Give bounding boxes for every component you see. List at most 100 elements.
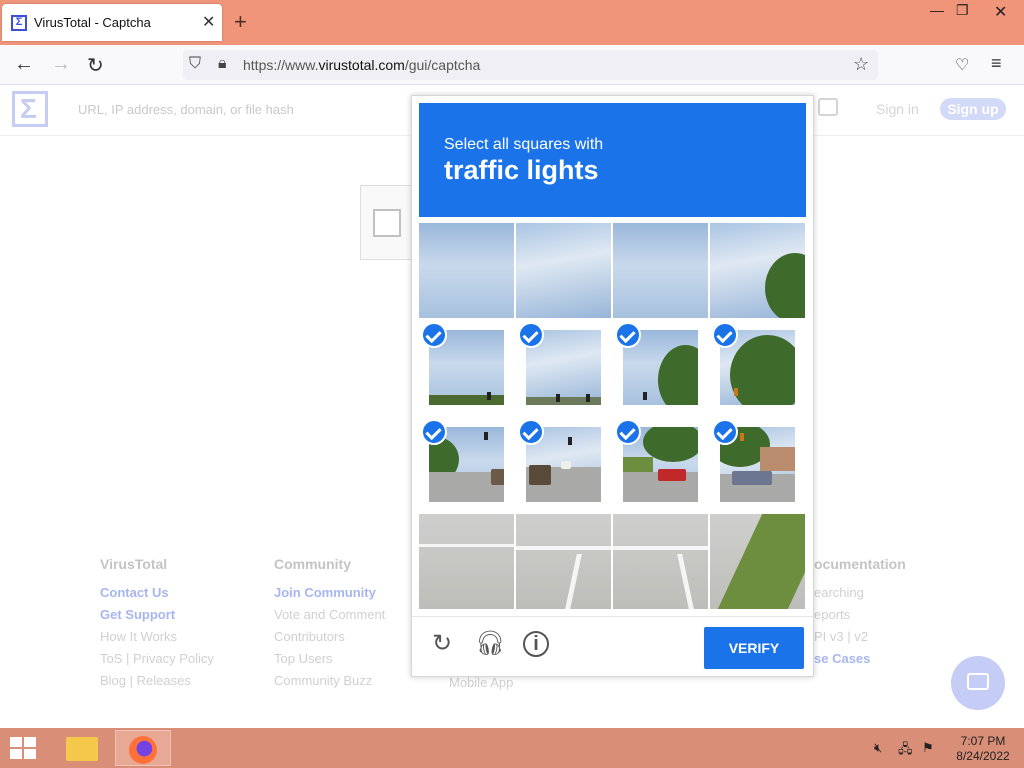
captcha-tile[interactable]: [516, 320, 611, 415]
folder-icon: [66, 737, 98, 761]
footer-link[interactable]: How It Works: [100, 629, 214, 651]
footer-link[interactable]: Community Buzz: [274, 673, 385, 695]
captcha-tile[interactable]: [419, 514, 514, 609]
shield-icon[interactable]: ⛉: [189, 55, 201, 73]
captcha-tile[interactable]: [516, 223, 611, 318]
footer-col-virustotal: VirusTotal Contact Us Get Support How It…: [100, 556, 214, 695]
clock-date: 8/24/2022: [956, 749, 1010, 763]
tab-close-icon[interactable]: ✕: [202, 12, 215, 32]
sign-in-link[interactable]: Sign in: [876, 101, 919, 117]
lock-icon[interactable]: 🔒︎: [218, 55, 227, 73]
footer-col-products: Mobile App: [449, 675, 513, 697]
minimize-icon[interactable]: —: [930, 2, 944, 18]
captcha-tile[interactable]: [516, 417, 611, 512]
restore-icon[interactable]: ❐: [956, 2, 969, 19]
firefox-icon: [129, 736, 157, 764]
captcha-tile[interactable]: [419, 417, 514, 512]
prompt-target: traffic lights: [444, 155, 599, 185]
captcha-tile[interactable]: [710, 223, 805, 318]
captcha-tile[interactable]: [710, 514, 805, 609]
selected-check-icon: [615, 419, 641, 445]
prompt-text: Select all squares with: [444, 136, 604, 153]
selected-check-icon: [712, 419, 738, 445]
file-explorer-taskbar-button[interactable]: [54, 730, 110, 766]
footer-link[interactable]: Top Users: [274, 651, 385, 673]
audio-headphones-icon[interactable]: 🎧︎: [475, 630, 505, 658]
footer-col-documentation: ocumentation earching eports PI v3 | v2 …: [814, 556, 906, 673]
captcha-tile[interactable]: [710, 417, 805, 512]
windows-start-icon[interactable]: [10, 737, 38, 759]
back-arrow-icon[interactable]: ←: [14, 53, 34, 76]
captcha-tile[interactable]: [710, 320, 805, 415]
network-icon[interactable]: 🖧︎: [898, 740, 913, 762]
footer-link[interactable]: ToS | Privacy Policy: [100, 651, 214, 673]
virustotal-logo-icon[interactable]: Σ: [12, 91, 48, 127]
clock-time: 7:07 PM: [960, 734, 1006, 748]
selected-check-icon: [712, 322, 738, 348]
reload-icon[interactable]: ↻: [87, 53, 104, 78]
refresh-icon[interactable]: ↻: [428, 630, 456, 658]
captcha-prompt: Select all squares with traffic lights: [419, 103, 806, 217]
selected-check-icon: [615, 322, 641, 348]
captcha-footer: ↻ 🎧︎ i VERIFY: [412, 616, 813, 676]
selected-check-icon: [421, 419, 447, 445]
footer-link[interactable]: Vote and Comment: [274, 607, 385, 629]
taskbar-clock[interactable]: 7:07 PM 8/24/2022: [948, 734, 1018, 764]
footer-link[interactable]: Mobile App: [449, 675, 513, 697]
menu-icon[interactable]: ≡: [991, 53, 1002, 74]
browser-tab[interactable]: Σ VirusTotal - Captcha ✕: [2, 4, 222, 41]
tile-image: [613, 514, 708, 609]
forward-arrow-icon[interactable]: →: [51, 53, 71, 76]
footer-heading: VirusTotal: [100, 556, 168, 572]
url-text[interactable]: https://www.virustotal.com/gui/captcha: [243, 57, 480, 73]
selected-check-icon: [421, 322, 447, 348]
footer-heading: Community: [274, 556, 351, 572]
captcha-tile[interactable]: [613, 320, 708, 415]
tile-image: [710, 223, 805, 318]
info-icon[interactable]: i: [523, 631, 549, 657]
captcha-challenge: Select all squares with traffic lights ↻…: [411, 95, 814, 677]
captcha-tile[interactable]: [613, 417, 708, 512]
footer-link[interactable]: se Cases: [814, 651, 906, 673]
url-bar[interactable]: ⛉ 🔒︎ https://www.virustotal.com/gui/capt…: [183, 50, 878, 80]
browser-titlebar: Σ VirusTotal - Captcha ✕ + — ❐ ✕: [0, 0, 1024, 45]
tab-title: VirusTotal - Captcha: [34, 15, 151, 30]
tile-image: [613, 223, 708, 318]
footer-link[interactable]: Blog | Releases: [100, 673, 214, 695]
footer-link[interactable]: Contact Us: [100, 585, 214, 607]
footer-link[interactable]: Join Community: [274, 585, 385, 607]
chat-icon[interactable]: [818, 98, 838, 116]
captcha-tile[interactable]: [419, 223, 514, 318]
tile-image: [419, 514, 514, 609]
taskbar: 🔇︎ 🖧︎ ⚑ 7:07 PM 8/24/2022: [0, 728, 1024, 768]
captcha-tile[interactable]: [613, 223, 708, 318]
sign-up-button[interactable]: Sign up: [940, 98, 1006, 120]
captcha-tile[interactable]: [516, 514, 611, 609]
new-tab-icon[interactable]: +: [234, 9, 247, 35]
window-close-icon[interactable]: ✕: [994, 2, 1007, 22]
volume-muted-icon[interactable]: 🔇︎: [874, 740, 882, 756]
footer-link[interactable]: earching: [814, 585, 906, 607]
footer-link[interactable]: Contributors: [274, 629, 385, 651]
verify-button[interactable]: VERIFY: [704, 627, 804, 669]
pocket-icon[interactable]: ♡: [955, 55, 969, 75]
search-input[interactable]: URL, IP address, domain, or file hash: [78, 102, 294, 117]
footer-link[interactable]: PI v3 | v2: [814, 629, 906, 651]
browser-navbar: ← → ↻ ⛉ 🔒︎ https://www.virustotal.com/gu…: [0, 45, 1024, 85]
captcha-checkbox[interactable]: [373, 209, 401, 237]
chat-icon: [967, 673, 989, 690]
firefox-taskbar-button[interactable]: [115, 730, 171, 766]
footer-link[interactable]: eports: [814, 607, 906, 629]
tile-image: [419, 223, 514, 318]
captcha-tile[interactable]: [613, 514, 708, 609]
chat-bubble-button[interactable]: [951, 656, 1005, 710]
captcha-grid: [419, 223, 806, 610]
tile-image: [516, 223, 611, 318]
action-center-icon[interactable]: ⚑: [922, 740, 934, 756]
virustotal-favicon-icon: Σ: [11, 15, 27, 31]
selected-check-icon: [518, 322, 544, 348]
tile-image: [516, 514, 611, 609]
captcha-tile[interactable]: [419, 320, 514, 415]
bookmark-star-icon[interactable]: ☆: [853, 54, 869, 75]
footer-link[interactable]: Get Support: [100, 607, 214, 629]
